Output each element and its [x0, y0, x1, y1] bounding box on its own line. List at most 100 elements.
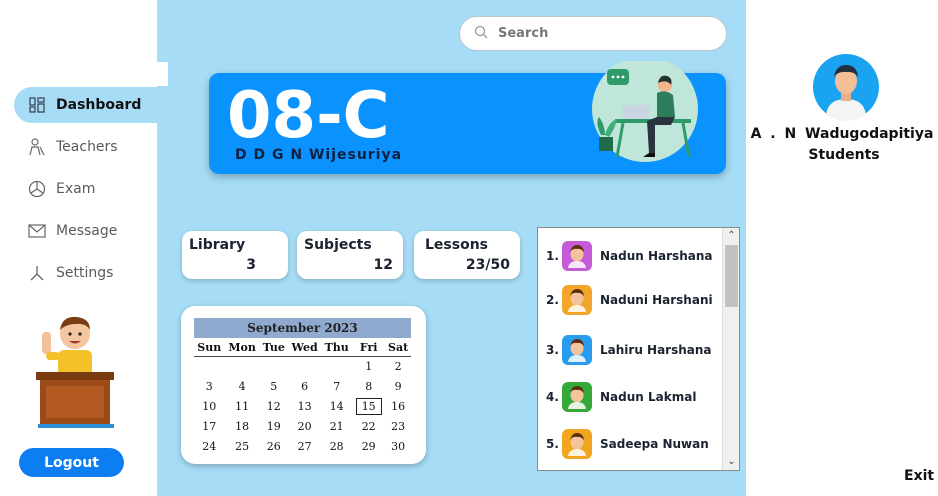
library-card[interactable]: Library 3: [182, 231, 288, 279]
student-list-item[interactable]: 4. Nadun Lakmal: [546, 381, 696, 413]
calendar-day[interactable]: 15: [352, 396, 385, 416]
exam-icon: [28, 180, 46, 198]
calendar-day[interactable]: 9: [385, 376, 411, 396]
corner-decoration: [146, 62, 168, 86]
calendar-day[interactable]: 26: [260, 436, 288, 456]
library-label: Library: [189, 237, 246, 253]
calendar-day: [321, 356, 352, 376]
sidebar-item-dashboard[interactable]: Dashboard: [14, 87, 157, 123]
calendar-day[interactable]: 14: [321, 396, 352, 416]
search-box[interactable]: [459, 16, 727, 51]
calendar-day[interactable]: 28: [321, 436, 352, 456]
sidebar-item-exam[interactable]: Exam: [14, 171, 157, 207]
library-value: 3: [246, 257, 256, 273]
calendar-selected-day[interactable]: 15: [355, 397, 382, 415]
dashboard-icon: [28, 96, 46, 114]
calendar-day[interactable]: 19: [260, 416, 288, 436]
sidebar-item-message[interactable]: Message: [14, 213, 157, 249]
calendar-day[interactable]: 4: [225, 376, 260, 396]
student-avatar-icon: [562, 382, 592, 412]
calendar-day[interactable]: 25: [225, 436, 260, 456]
scroll-thumb[interactable]: [725, 245, 738, 307]
sidebar-item-label: Settings: [56, 265, 114, 281]
subjects-label: Subjects: [304, 237, 372, 253]
lessons-value: 23/50: [465, 257, 510, 273]
profile-panel: A . N Wadugodapitiya Students Exit: [746, 0, 938, 496]
sidebar-item-label: Exam: [56, 181, 96, 197]
calendar-day: [288, 356, 321, 376]
sidebar-item-label: Dashboard: [56, 97, 142, 113]
calendar-day[interactable]: 22: [352, 416, 385, 436]
student-list-item[interactable]: 5. Sadeepa Nuwan: [546, 428, 709, 460]
search-input[interactable]: [498, 26, 698, 41]
calendar-day[interactable]: 23: [385, 416, 411, 436]
student-list-item[interactable]: 2. Naduni Harshani: [546, 284, 713, 316]
calendar-day[interactable]: 8: [352, 376, 385, 396]
calendar-weekday: Sun: [194, 340, 225, 357]
envelope-icon: [28, 222, 46, 240]
student-avatar-icon[interactable]: [812, 53, 880, 121]
scroll-down-icon[interactable]: ⌄: [723, 454, 739, 470]
calendar-day[interactable]: 2: [385, 356, 411, 376]
calendar-day[interactable]: 13: [288, 396, 321, 416]
calendar-day[interactable]: 7: [321, 376, 352, 396]
student-number: 5.: [546, 437, 559, 451]
calendar-weekday: Tue: [259, 340, 288, 357]
calendar-day[interactable]: 17: [194, 416, 225, 436]
student-name: Lahiru Harshana: [600, 343, 712, 357]
lessons-label: Lessons: [425, 237, 488, 253]
calendar-day: [194, 356, 225, 376]
calendar-day[interactable]: 30: [385, 436, 411, 456]
lessons-card[interactable]: Lessons 23/50: [414, 231, 520, 279]
calendar-day: [225, 356, 260, 376]
calendar-weekday: Fri: [352, 340, 386, 357]
student-name: Naduni Harshani: [600, 293, 713, 307]
search-icon: [474, 24, 488, 43]
calendar-weekday: Thu: [321, 340, 353, 357]
student-name: Nadun Lakmal: [600, 390, 697, 404]
student-list-item[interactable]: 1. Nadun Harshana: [546, 240, 712, 272]
teacher-icon: [28, 138, 46, 156]
calendar-day[interactable]: 11: [225, 396, 260, 416]
exit-button[interactable]: Exit: [904, 468, 934, 484]
list-scrollbar[interactable]: ⌃ ⌄: [722, 228, 739, 470]
calendar-day[interactable]: 6: [288, 376, 321, 396]
sidebar-item-label: Teachers: [56, 139, 118, 155]
student-list[interactable]: 1. Nadun Harshana 2. Naduni Harshani 3. Lahir…: [537, 227, 740, 471]
main-content: 08-C D D G N Wijesuriya: [157, 0, 746, 496]
calendar-grid[interactable]: Sun Mon Tue Wed Thu Fri Sat 1 2 3 4 5 6 7 8 9 10 11 12 13 1…: [194, 340, 411, 456]
teacher-waving-illustration: [30, 312, 120, 430]
scroll-up-icon[interactable]: ⌃: [723, 228, 739, 244]
calendar-day[interactable]: 20: [288, 416, 321, 436]
calendar-day[interactable]: 16: [385, 396, 411, 416]
calendar[interactable]: September 2023 Sun Mon Tue Wed Thu Fri Sat 123…: [181, 306, 426, 464]
profile-name: A . N Wadugodapitiya: [750, 126, 934, 142]
sidebar-item-label: Message: [56, 223, 118, 239]
calendar-day[interactable]: 27: [288, 436, 321, 456]
sidebar-item-settings[interactable]: Settings: [14, 255, 157, 291]
student-name: Sadeepa Nuwan: [600, 437, 709, 451]
sidebar-item-teachers[interactable]: Teachers: [14, 129, 157, 165]
student-name: Nadun Harshana: [600, 249, 713, 263]
student-number: 3.: [546, 343, 559, 357]
student-avatar-icon: [562, 335, 592, 365]
profile-role: Students: [808, 147, 880, 163]
calendar-day[interactable]: 10: [194, 396, 225, 416]
calendar-day[interactable]: 3: [194, 376, 225, 396]
person-at-laptop-illustration: [587, 56, 703, 165]
subjects-card[interactable]: Subjects 12: [297, 231, 403, 279]
calendar-day[interactable]: 21: [321, 416, 352, 436]
calendar-day[interactable]: 24: [194, 436, 225, 456]
student-number: 1.: [546, 249, 559, 263]
calendar-day[interactable]: 29: [352, 436, 385, 456]
calendar-day[interactable]: 12: [260, 396, 288, 416]
calendar-day[interactable]: 1: [352, 356, 385, 376]
student-avatar-icon: [562, 241, 592, 271]
settings-icon: [28, 264, 46, 282]
sidebar: Dashboard Teachers Exam Message Settings: [0, 0, 157, 496]
student-list-item[interactable]: 3. Lahiru Harshana: [546, 334, 712, 366]
student-number: 4.: [546, 390, 559, 404]
calendar-day[interactable]: 5: [260, 376, 288, 396]
logout-button[interactable]: Logout: [19, 448, 124, 477]
calendar-day[interactable]: 18: [225, 416, 260, 436]
